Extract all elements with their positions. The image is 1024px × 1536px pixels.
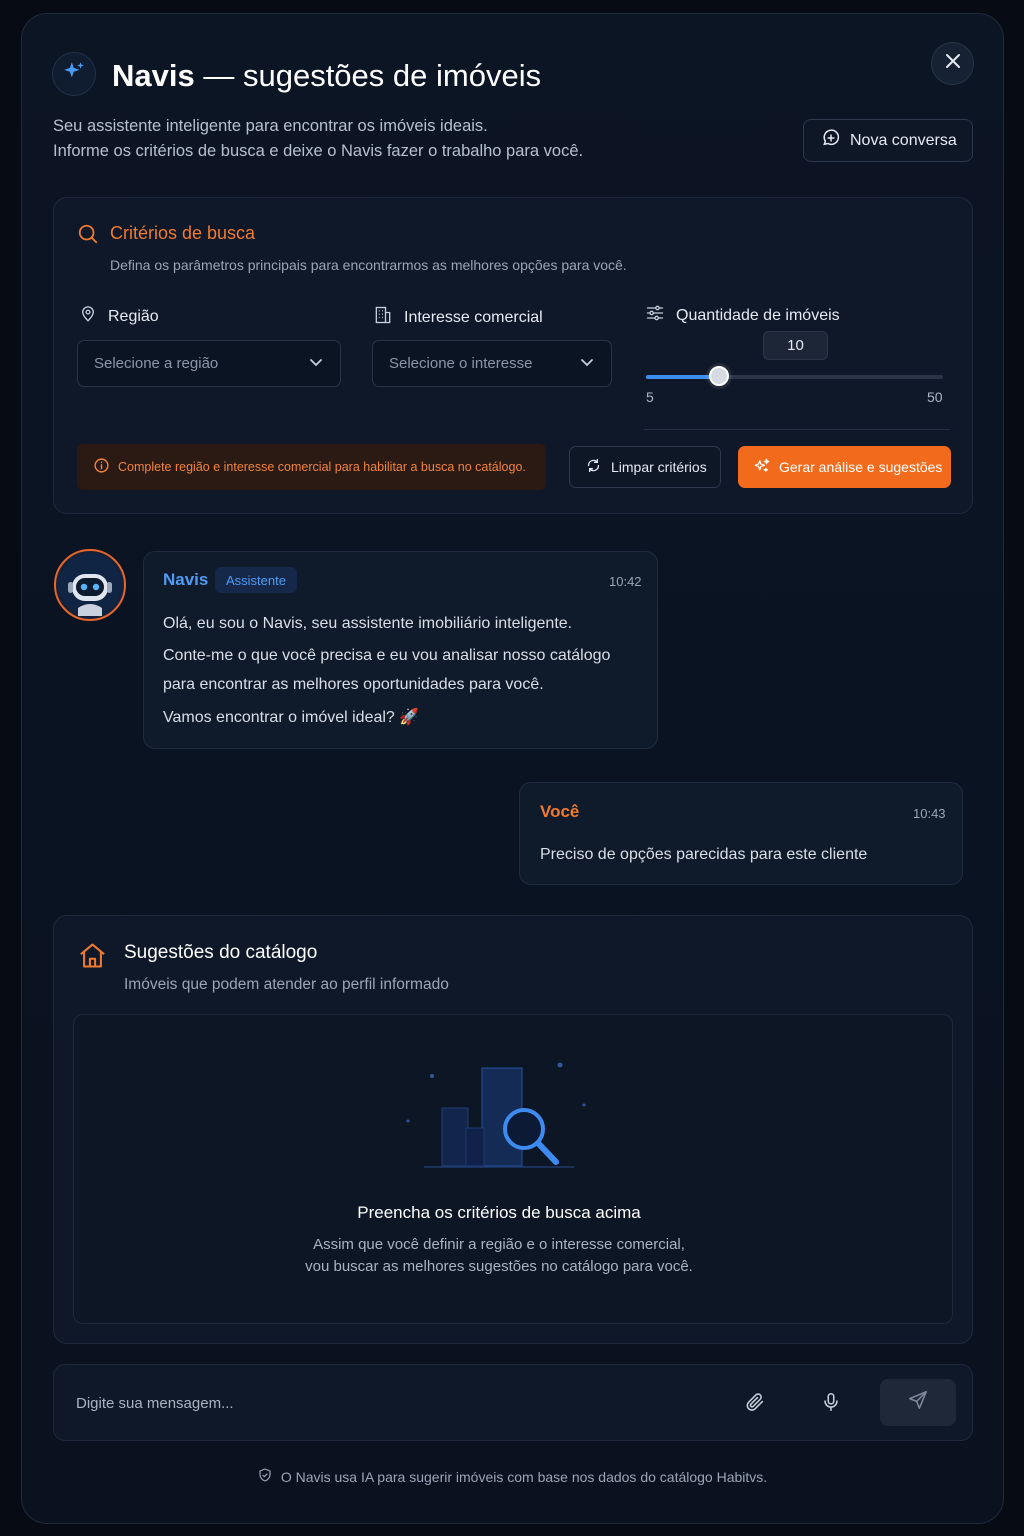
criteria-title: Critérios de busca [110, 223, 256, 243]
building-icon [373, 305, 393, 330]
info-icon [93, 457, 110, 477]
interest-label: Interesse comercial [373, 305, 543, 330]
quantity-value-bubble: 10 [763, 331, 828, 360]
empty-state-title: Preencha os critérios de busca acima [357, 1203, 641, 1222]
subtitle-line: Informe os critérios de busca e deixe o … [53, 142, 584, 160]
map-pin-icon [79, 305, 97, 328]
region-label-text: Região [108, 307, 159, 325]
message-author: Navis [163, 570, 209, 589]
message-author: Você [540, 802, 580, 821]
new-chat-label: Nova conversa [850, 131, 957, 149]
divider [644, 429, 950, 430]
close-icon [944, 52, 962, 75]
clear-criteria-label: Limpar critérios [611, 459, 707, 475]
quantity-slider-thumb[interactable] [708, 366, 729, 386]
quantity-slider-fill [646, 375, 719, 379]
title-text: — sugestões de imóveis [203, 58, 542, 93]
disclaimer-text: O Navis usa IA para sugerir imóveis com … [280, 1468, 768, 1485]
microphone-button[interactable] [816, 1389, 846, 1419]
quantity-min: 5 [646, 389, 654, 405]
suggestions-empty-state: Preencha os critérios de busca acima Ass… [73, 1014, 953, 1324]
send-button[interactable] [880, 1379, 956, 1426]
brand-name: Navis [112, 58, 195, 93]
message-line: Vamos encontrar o imóvel ideal? 🚀 [163, 709, 420, 726]
quantity-max: 50 [927, 389, 943, 405]
assistant-avatar [54, 549, 126, 621]
ai-disclaimer: O Navis usa IA para sugerir imóveis com … [0, 1467, 1024, 1486]
empty-state-text: vou buscar as melhores sugestões no catá… [305, 1258, 693, 1275]
message-time: 10:42 [609, 574, 642, 589]
chevron-down-icon [308, 354, 324, 374]
interest-label-text: Interesse comercial [404, 308, 543, 326]
generate-suggestions-button[interactable]: Gerar análise e sugestões [738, 446, 951, 488]
warning-text: Complete região e interesse comercial pa… [118, 460, 526, 474]
quantity-slider[interactable] [646, 366, 943, 386]
empty-state-text: Assim que você definir a região e o inte… [313, 1236, 685, 1253]
close-button[interactable] [931, 42, 974, 85]
refresh-icon [585, 457, 602, 477]
search-criteria-card: Critérios de busca Defina os parâmetros … [53, 197, 973, 514]
navis-logo [52, 52, 96, 96]
sliders-icon [645, 303, 665, 328]
new-chat-button[interactable]: Nova conversa [803, 119, 973, 162]
message-composer [53, 1364, 973, 1441]
catalog-suggestions-card: Sugestões do catálogo Imóveis que podem … [53, 915, 973, 1344]
navis-panel: Navis — sugestões de imóveis Seu assiste… [21, 13, 1004, 1524]
suggestions-description: Imóveis que podem atender ao perfil info… [124, 976, 449, 993]
subtitle-line: Seu assistente inteligente para encontra… [53, 117, 488, 135]
region-label: Região [79, 305, 159, 328]
subtitle: Seu assistente inteligente para encontra… [53, 114, 583, 164]
message-time: 10:43 [913, 806, 946, 821]
criteria-description: Defina os parâmetros principais para enc… [110, 257, 627, 273]
region-select[interactable]: Selecione a região [77, 340, 341, 387]
interest-select[interactable]: Selecione o interesse [372, 340, 612, 387]
home-icon [77, 940, 108, 976]
search-icon [77, 223, 99, 250]
generate-label: Gerar análise e sugestões [779, 459, 943, 475]
quantity-label: Quantidade de imóveis [645, 303, 840, 328]
suggestions-title: Sugestões do catálogo [124, 942, 318, 963]
user-message: Você 10:43 Preciso de opções parecidas p… [519, 782, 963, 885]
buildings-search-illustration [404, 1053, 594, 1183]
sparkles-icon [61, 59, 87, 90]
clear-criteria-button[interactable]: Limpar critérios [569, 446, 721, 488]
send-icon [907, 1389, 929, 1416]
shield-check-icon [257, 1467, 273, 1486]
interest-select-value: Selecione o interesse [389, 355, 533, 372]
microphone-icon [820, 1391, 842, 1418]
quantity-label-text: Quantidade de imóveis [676, 306, 840, 324]
region-select-value: Selecione a região [94, 355, 219, 372]
assistant-badge: Assistente [215, 567, 297, 593]
message-line: Olá, eu sou o Navis, seu assistente imob… [163, 615, 573, 632]
attach-button[interactable] [740, 1389, 770, 1419]
message-input[interactable] [76, 1390, 676, 1416]
chevron-down-icon [579, 354, 595, 374]
criteria-warning: Complete região e interesse comercial pa… [77, 444, 546, 490]
message-line: para encontrar as melhores oportunidades… [163, 676, 544, 693]
message-line: Conte-me o que você precisa e eu vou ana… [163, 647, 611, 664]
paperclip-icon [744, 1391, 766, 1418]
message-line: Preciso de opções parecidas para este cl… [540, 846, 868, 863]
message-plus-icon [821, 128, 841, 153]
page-title: Navis — sugestões de imóveis [112, 57, 541, 95]
assistant-message: Navis Assistente 10:42 Olá, eu sou o Nav… [143, 551, 658, 749]
sparkles-icon [753, 457, 771, 478]
